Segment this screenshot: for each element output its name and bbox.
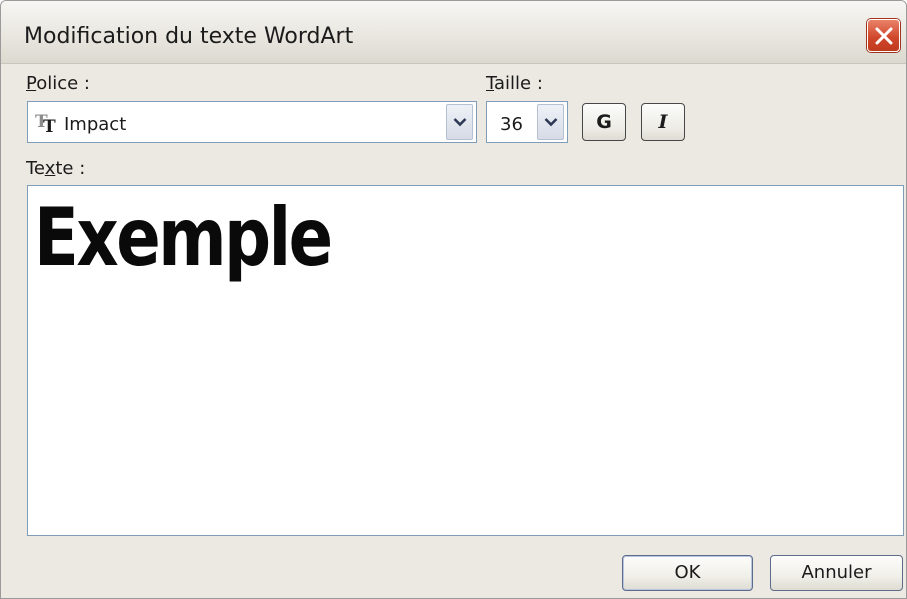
size-label: Taille : — [486, 73, 543, 94]
font-dropdown-button[interactable] — [446, 104, 473, 140]
title-bar[interactable]: Modification du texte WordArt — [1, 1, 906, 64]
italic-button[interactable]: I — [641, 103, 685, 141]
bold-button[interactable]: G — [582, 103, 626, 141]
text-label: Texte : — [26, 158, 86, 179]
size-combobox[interactable]: 36 — [486, 101, 568, 143]
truetype-font-icon: TT — [35, 112, 56, 137]
font-label: Police : — [26, 73, 90, 94]
dialog-title: Modification du texte WordArt — [24, 24, 354, 49]
font-value: Impact — [64, 114, 127, 135]
font-combobox[interactable]: TT Impact — [27, 101, 477, 143]
wordart-text: Exemple — [34, 191, 333, 284]
chevron-down-icon — [453, 118, 467, 127]
close-button[interactable] — [867, 19, 900, 52]
cancel-button[interactable]: Annuler — [770, 555, 903, 591]
ok-button[interactable]: OK — [622, 555, 753, 591]
wordart-dialog: Modification du texte WordArt Police : T… — [0, 0, 907, 599]
size-value: 36 — [500, 114, 523, 135]
text-input-area[interactable]: Exemple — [27, 185, 904, 536]
close-icon — [875, 27, 893, 45]
chevron-down-icon — [544, 118, 558, 127]
size-dropdown-button[interactable] — [537, 104, 564, 140]
